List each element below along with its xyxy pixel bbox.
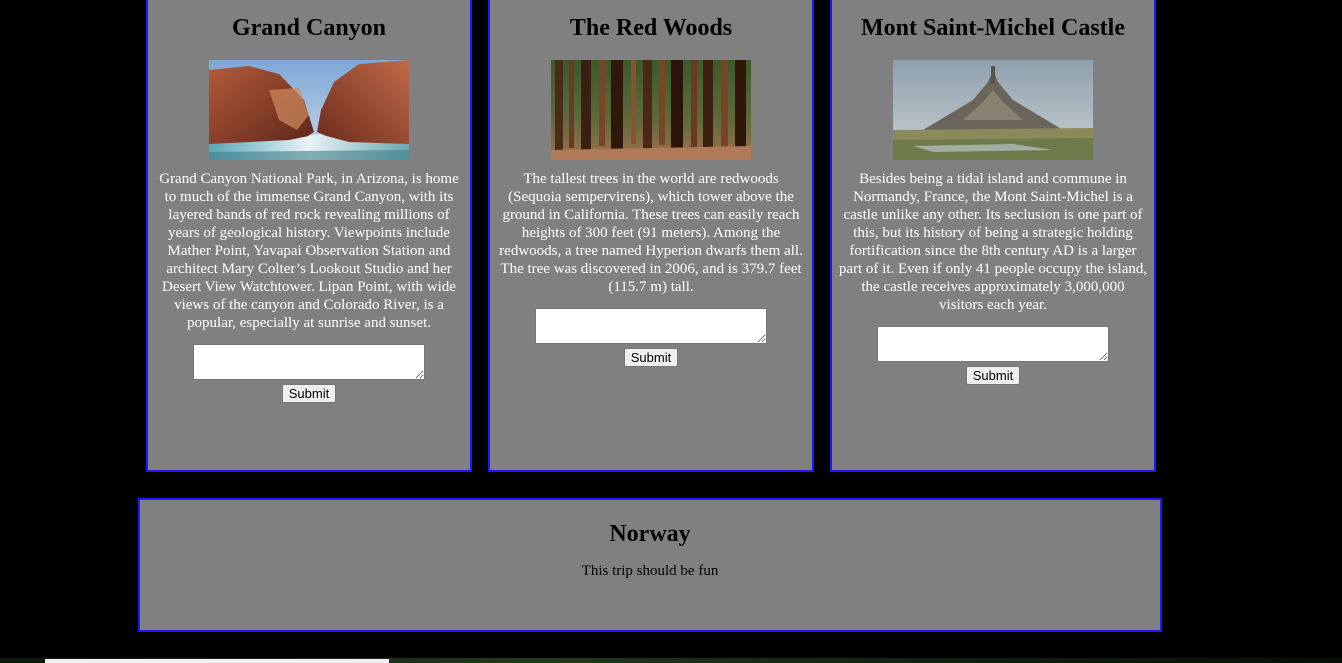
card-description: The tallest trees in the world are redwo… (499, 171, 803, 295)
comment-input[interactable] (877, 326, 1109, 362)
redwoods-image (551, 60, 751, 160)
card-description: Besides being a tidal island and commune… (838, 171, 1148, 313)
grand-canyon-image (209, 60, 409, 160)
comment-input[interactable] (193, 344, 425, 380)
card-description: Grand Canyon National Park, in Arizona, … (159, 171, 459, 331)
panel-title: Norway (609, 521, 691, 547)
destination-card-mont-saint-michel: Mont Saint-Michel Castle Besides being a… (830, 0, 1156, 472)
destination-card-red-woods: The Red Woods The tallest trees in the w… (488, 0, 814, 472)
submit-button[interactable]: Submit (965, 366, 1021, 385)
submit-button[interactable]: Submit (623, 348, 679, 367)
mont-saint-michel-image (893, 60, 1093, 160)
trip-panel-norway: Norway This trip should be fun (138, 498, 1162, 632)
card-title: The Red Woods (569, 15, 733, 41)
page: Grand Canyon Grand Canyon National Park,… (0, 0, 1342, 663)
destination-card-grand-canyon: Grand Canyon Grand Canyon National Park,… (146, 0, 472, 472)
submit-button[interactable]: Submit (281, 384, 337, 403)
comment-input[interactable] (535, 308, 767, 344)
bottom-bar (45, 659, 389, 663)
card-title: Mont Saint-Michel Castle (861, 15, 1125, 41)
panel-text: This trip should be fun (581, 563, 719, 579)
card-title: Grand Canyon (231, 15, 387, 41)
